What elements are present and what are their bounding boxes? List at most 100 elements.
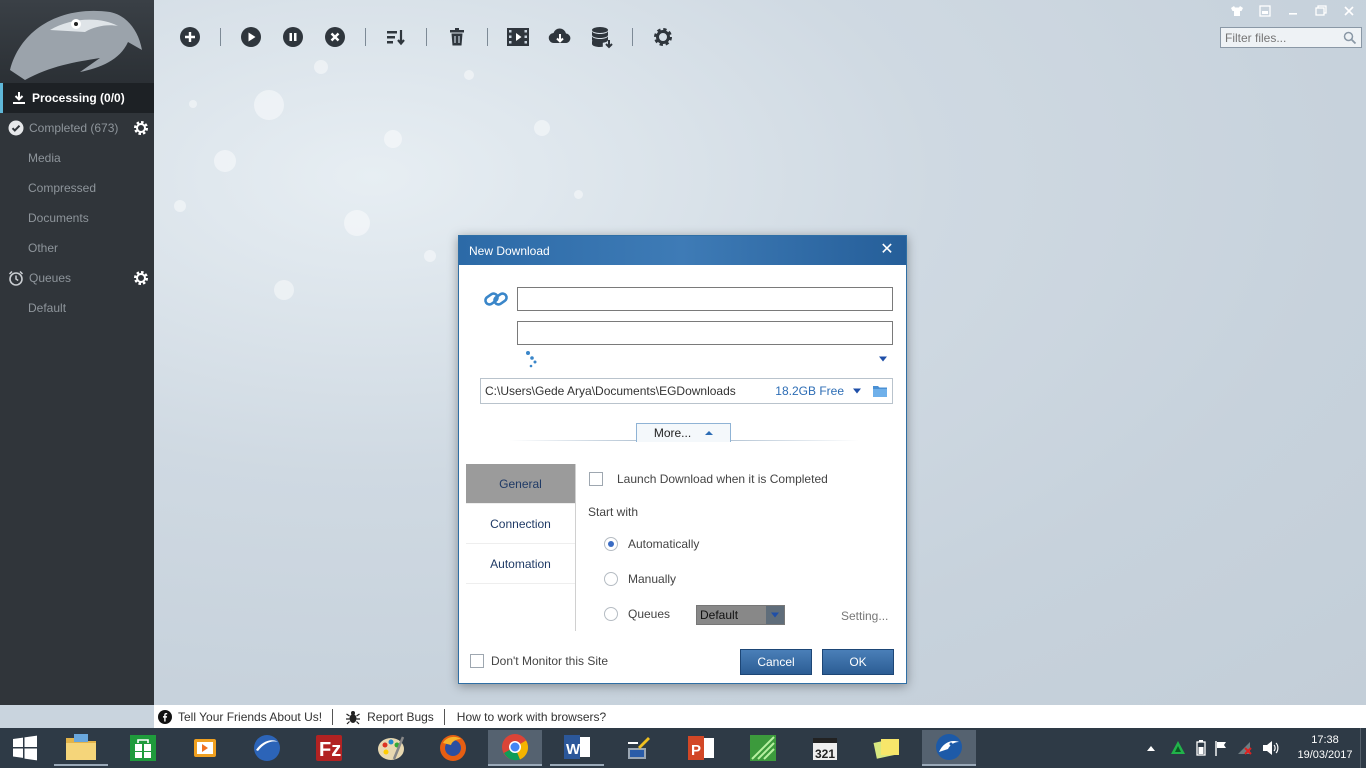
dialog-titlebar: New Download ✕ <box>459 236 906 265</box>
dont-monitor-checkbox[interactable] <box>470 654 484 668</box>
radio-queues[interactable] <box>604 607 618 621</box>
network-disconnected-icon[interactable] <box>1236 740 1254 756</box>
sort-icon[interactable] <box>384 25 408 49</box>
chrome-icon[interactable] <box>488 730 542 766</box>
sticky-notes-icon[interactable] <box>860 730 914 766</box>
gear-icon[interactable] <box>132 269 150 287</box>
gear-icon[interactable] <box>651 25 675 49</box>
radio-label: Queues <box>628 607 671 621</box>
search-icon[interactable] <box>1343 31 1357 48</box>
window-controls <box>1220 3 1360 19</box>
add-icon[interactable] <box>178 25 202 49</box>
clock-date: 19/03/2017 <box>1297 749 1353 761</box>
radio-label: Manually <box>628 572 677 586</box>
close-icon[interactable]: ✕ <box>878 241 896 259</box>
minimize-icon[interactable] <box>1282 3 1304 19</box>
alarm-clock-icon <box>8 270 24 286</box>
start-automatically-option[interactable]: Automatically <box>604 537 699 551</box>
store-icon[interactable] <box>116 730 170 766</box>
eagleget-icon[interactable] <box>922 730 976 766</box>
app-icon[interactable] <box>736 730 790 766</box>
triangle-app-icon[interactable] <box>1170 740 1186 756</box>
sidebar-item-documents[interactable]: Documents <box>0 203 154 233</box>
sidebar-item-completed[interactable]: Completed (673) <box>0 113 154 143</box>
network-tool-icon[interactable] <box>612 730 666 766</box>
radio-manually[interactable] <box>604 572 618 586</box>
media-player-icon[interactable] <box>178 730 232 766</box>
filter-input[interactable] <box>1221 28 1339 47</box>
chevron-down-icon[interactable] <box>878 352 888 366</box>
chevron-up-icon[interactable] <box>1146 744 1156 752</box>
setting-label: Setting... <box>841 609 889 623</box>
stop-icon[interactable] <box>323 25 347 49</box>
status-separator <box>443 708 445 725</box>
url-input[interactable] <box>517 287 893 311</box>
paint-icon[interactable] <box>364 730 418 766</box>
filezilla-icon[interactable]: Fz <box>302 730 356 766</box>
start-manually-option[interactable]: Manually <box>604 572 676 586</box>
background-flake <box>274 280 294 300</box>
filter-box <box>1220 27 1362 48</box>
flag-icon[interactable] <box>1214 740 1228 756</box>
sidebar-item-other[interactable]: Other <box>0 233 154 263</box>
file-explorer-icon[interactable] <box>54 730 108 766</box>
trash-icon[interactable] <box>445 25 469 49</box>
word-icon[interactable]: W <box>550 730 604 766</box>
sidebar-item-compressed[interactable]: Compressed <box>0 173 154 203</box>
database-icon[interactable] <box>590 25 614 49</box>
chevron-down-icon[interactable] <box>852 387 862 395</box>
pause-icon[interactable] <box>281 25 305 49</box>
restore-icon[interactable] <box>1310 3 1332 19</box>
background-flake <box>254 90 284 120</box>
chevron-down-icon[interactable] <box>766 606 784 624</box>
eagleget-logo <box>0 0 154 83</box>
volume-icon[interactable] <box>1262 740 1280 756</box>
skin-icon[interactable] <box>1226 3 1248 19</box>
tab-general[interactable]: General <box>466 464 575 504</box>
tab-connection[interactable]: Connection <box>466 504 575 544</box>
more-button[interactable]: More... <box>636 423 731 442</box>
svg-text:W: W <box>566 741 581 758</box>
report-bugs-link[interactable]: Report Bugs <box>341 709 444 725</box>
video-icon[interactable] <box>506 25 530 49</box>
launch-checkbox[interactable] <box>589 472 603 486</box>
ok-button[interactable]: OK <box>822 649 894 675</box>
close-icon[interactable] <box>1338 3 1360 19</box>
tab-automation[interactable]: Automation <box>466 544 575 584</box>
filename-input[interactable] <box>517 321 893 345</box>
battery-icon[interactable] <box>1196 740 1206 756</box>
sidebar-item-label: Compressed <box>28 181 97 195</box>
queue-select[interactable]: Default <box>696 605 785 625</box>
setting-link[interactable]: Setting... <box>841 609 888 623</box>
sidebar-item-processing[interactable]: Processing (0/0) <box>0 83 154 113</box>
toolbar-separator <box>426 28 427 46</box>
powerpoint-icon[interactable]: P <box>674 730 728 766</box>
save-path-field[interactable]: C:\Users\Gede Arya\Documents\EGDownloads… <box>480 378 893 404</box>
gear-icon[interactable] <box>132 119 150 137</box>
play-icon[interactable] <box>239 25 263 49</box>
firefox-icon[interactable] <box>426 730 480 766</box>
sidebar-item-media[interactable]: Media <box>0 143 154 173</box>
mpc-icon[interactable]: 321 <box>798 730 852 766</box>
dont-monitor-option[interactable]: Don't Monitor this Site <box>470 654 608 668</box>
browsers-help-link[interactable]: How to work with browsers? <box>453 710 616 724</box>
clock[interactable]: 17:38 19/03/2017 <box>1290 733 1360 763</box>
start-queues-option[interactable]: Queues <box>604 607 670 621</box>
sidebar-item-queue-default[interactable]: Default <box>0 293 154 323</box>
browser-icon[interactable] <box>240 730 294 766</box>
sidebar-item-label: Other <box>28 241 59 255</box>
cancel-button[interactable]: Cancel <box>740 649 812 675</box>
sidebar-item-queues[interactable]: Queues <box>0 263 154 293</box>
background-flake <box>189 100 197 108</box>
folder-icon[interactable] <box>872 384 888 398</box>
tell-friends-label: Tell Your Friends About Us! <box>178 709 323 724</box>
mini-mode-icon[interactable] <box>1254 3 1276 19</box>
svg-text:321: 321 <box>815 747 835 761</box>
show-desktop-button[interactable] <box>1360 728 1366 768</box>
dont-monitor-label: Don't Monitor this Site <box>491 654 609 668</box>
windows-start-icon[interactable] <box>0 730 50 766</box>
launch-when-completed-option[interactable]: Launch Download when it is Completed <box>589 472 828 486</box>
radio-automatically[interactable] <box>604 537 618 551</box>
cloud-download-icon[interactable] <box>548 25 572 49</box>
tell-friends-link[interactable]: Tell Your Friends About Us! <box>154 709 332 724</box>
